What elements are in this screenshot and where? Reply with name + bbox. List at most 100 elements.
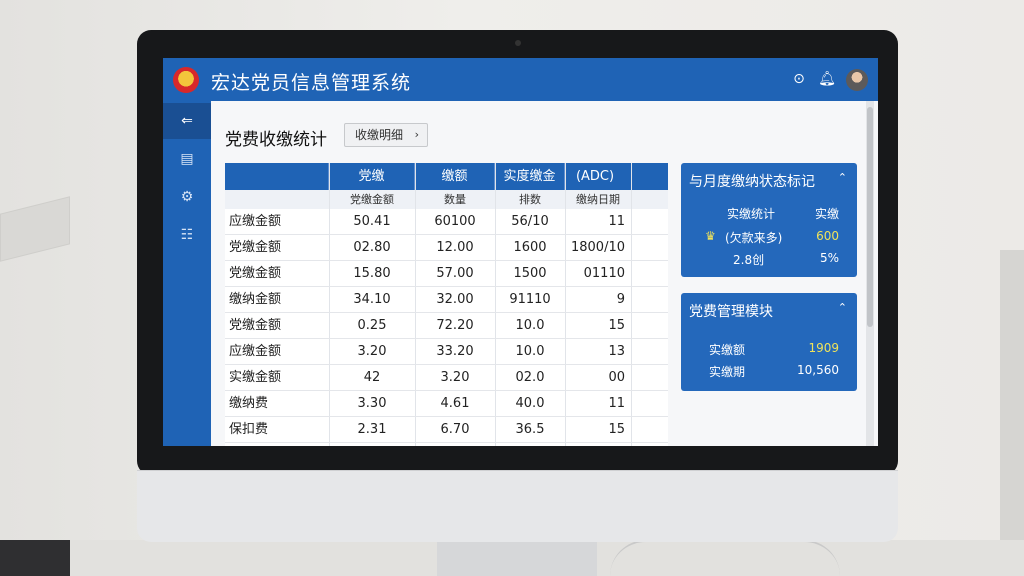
table-cell: 2.31 bbox=[357, 422, 387, 437]
table-cell: 15 bbox=[608, 422, 625, 437]
panel-label: (欠款来多) bbox=[725, 231, 783, 245]
table-cell: 17 bbox=[565, 443, 625, 446]
row-label: 实缴金额 bbox=[229, 370, 282, 385]
table-cell: 3.20 bbox=[440, 370, 470, 385]
monitor-stand bbox=[437, 540, 597, 576]
table-cell: 0.25 bbox=[357, 318, 387, 333]
table-cell: 17 bbox=[495, 443, 565, 446]
panel-label: 实缴统计 bbox=[727, 207, 776, 221]
table-row[interactable]: 党缴金额 02.80 12.00 1600 1800/10 bbox=[225, 235, 668, 261]
table-cell: 02.80 bbox=[353, 240, 391, 255]
table-row[interactable]: 党缴金额 15.80 57.00 1500 01110 bbox=[225, 261, 668, 287]
table-cell: 72.20 bbox=[436, 318, 474, 333]
table-cell: 0 bbox=[329, 443, 415, 446]
row-label: 缴纳金额 bbox=[229, 292, 282, 307]
fee-table: 党缴 缴额 实度缴金 (ADC) 党缴金额 数量 排数 缴纳日期 应缴金额 50.… bbox=[225, 163, 668, 446]
bell-icon[interactable]: 🔔︎ bbox=[818, 70, 836, 88]
monitor-chin bbox=[137, 470, 898, 542]
page-title: 党费收缴统计 bbox=[225, 130, 327, 150]
panel-value: 10,560 bbox=[797, 363, 839, 377]
settings-icon: ⚙ bbox=[180, 189, 194, 205]
column-header[interactable]: 党缴 bbox=[329, 163, 415, 190]
row-label: 缴纳费 bbox=[229, 396, 269, 411]
table-cell: 1600 bbox=[513, 240, 547, 255]
payment-status-panel: 与月度缴纳状态标记 ⌃ 实缴统计 实缴 ♛ (欠款来多) 600 2.8创 5% bbox=[681, 163, 857, 277]
desk-object bbox=[0, 540, 70, 576]
sidebar-item-list[interactable]: ☷ bbox=[163, 217, 211, 253]
sidebar-item-settings[interactable]: ⚙ bbox=[163, 179, 211, 215]
panel-title: 党费管理模块 bbox=[689, 304, 773, 320]
chevron-up-icon[interactable]: ⌃ bbox=[838, 301, 847, 314]
fee-module-panel: 党费管理模块 ⌃ 实缴额 1909 实缴期 10,560 bbox=[681, 293, 857, 391]
table-cell: 2 bbox=[415, 443, 495, 446]
table-cell: 6.70 bbox=[440, 422, 470, 437]
column-header[interactable]: 缴额 bbox=[415, 163, 495, 190]
table-row[interactable]: 补缴期021717 bbox=[225, 443, 668, 446]
panel-title: 与月度缴纳状态标记 bbox=[689, 174, 815, 190]
table-cell: 57.00 bbox=[436, 266, 474, 281]
settings-icon[interactable]: ⊙ bbox=[790, 70, 808, 88]
panel-label: 实缴额 bbox=[709, 343, 746, 357]
panel-label: 实缴期 bbox=[709, 365, 746, 379]
table-cell: 33.20 bbox=[436, 344, 474, 359]
table-cell: 02.0 bbox=[515, 370, 545, 385]
subheader-cell: 排数 bbox=[519, 193, 541, 206]
table-cell: 11 bbox=[608, 396, 625, 411]
column-header[interactable]: (ADC) bbox=[565, 163, 625, 190]
table-row[interactable]: 保扣费 2.31 6.70 36.5 15 bbox=[225, 417, 668, 443]
table-cell: 15 bbox=[608, 318, 625, 333]
table-cell: 11 bbox=[608, 214, 625, 229]
table-cell: 36.5 bbox=[515, 422, 545, 437]
column-header bbox=[225, 163, 329, 190]
table-cell: 40.0 bbox=[515, 396, 545, 411]
table-row[interactable]: 应缴金额 3.20 33.20 10.0 13 bbox=[225, 339, 668, 365]
monitor-cable bbox=[610, 540, 840, 576]
panel-value: 1909 bbox=[808, 341, 839, 355]
table-cell: 1500 bbox=[513, 266, 547, 281]
filter-dropdown-button[interactable]: 收缴明细 › bbox=[344, 123, 428, 147]
table-cell: 91110 bbox=[509, 292, 551, 307]
app-title: 宏达党员信息管理系统 bbox=[211, 72, 412, 94]
sidebar-item-back[interactable]: ⇐ bbox=[163, 103, 211, 139]
table-header: 党缴 缴额 实度缴金 (ADC) bbox=[225, 163, 668, 190]
table-cell: 10.0 bbox=[515, 318, 545, 333]
table-cell: 01110 bbox=[583, 266, 625, 281]
table-cell: 12.00 bbox=[436, 240, 474, 255]
top-bar: 宏达党员信息管理系统 ⊙ 🔔︎ bbox=[163, 58, 878, 101]
table-cell: 4.61 bbox=[440, 396, 470, 411]
filter-label: 收缴明细 bbox=[355, 128, 404, 142]
table-cell: 50.41 bbox=[353, 214, 391, 229]
table-cell: 34.10 bbox=[353, 292, 391, 307]
panel-label: 实缴 bbox=[814, 207, 839, 221]
vertical-scrollbar[interactable] bbox=[866, 101, 874, 446]
table-cell: 42 bbox=[363, 370, 381, 385]
table-cell: 9 bbox=[616, 292, 625, 307]
avatar[interactable] bbox=[846, 69, 868, 91]
table-row[interactable]: 党缴金额 0.25 72.20 10.0 15 bbox=[225, 313, 668, 339]
table-row[interactable]: 缴纳金额 34.10 32.00 91110 9 bbox=[225, 287, 668, 313]
panel-value: 600 bbox=[816, 229, 839, 243]
table-row[interactable]: 实缴金额 42 3.20 02.0 00 bbox=[225, 365, 668, 391]
main-content: 党费收缴统计 收缴明细 › 党缴 缴额 实度缴金 (ADC) 党缴金额 数量 排… bbox=[211, 101, 878, 446]
sidebar: ⇐ ▤ ⚙ ☷ bbox=[163, 101, 211, 446]
document-icon: ▤ bbox=[180, 151, 194, 167]
table-cell: 3.30 bbox=[357, 396, 387, 411]
row-label: 党缴金额 bbox=[229, 318, 282, 333]
row-label: 应缴金额 bbox=[229, 344, 282, 359]
table-cell: 00 bbox=[608, 370, 625, 385]
table-subheader: 党缴金额 数量 排数 缴纳日期 bbox=[225, 190, 668, 209]
row-label: 党缴金额 bbox=[229, 240, 282, 255]
panel-value: 5% bbox=[819, 251, 839, 265]
chevron-right-icon: › bbox=[414, 128, 419, 141]
sidebar-item-documents[interactable]: ▤ bbox=[163, 141, 211, 177]
subheader-cell: 党缴金额 bbox=[350, 193, 394, 206]
row-label: 党缴金额 bbox=[229, 266, 282, 281]
party-emblem-logo bbox=[173, 67, 199, 93]
table-row[interactable]: 应缴金额 50.41 60100 56/10 11 bbox=[225, 209, 668, 235]
table-cell: 13 bbox=[608, 344, 625, 359]
webcam bbox=[515, 40, 521, 46]
scrollbar-thumb[interactable] bbox=[867, 107, 873, 327]
column-header[interactable]: 实度缴金 bbox=[495, 163, 565, 190]
table-row[interactable]: 缴纳费 3.30 4.61 40.0 11 bbox=[225, 391, 668, 417]
chevron-up-icon[interactable]: ⌃ bbox=[838, 171, 847, 184]
